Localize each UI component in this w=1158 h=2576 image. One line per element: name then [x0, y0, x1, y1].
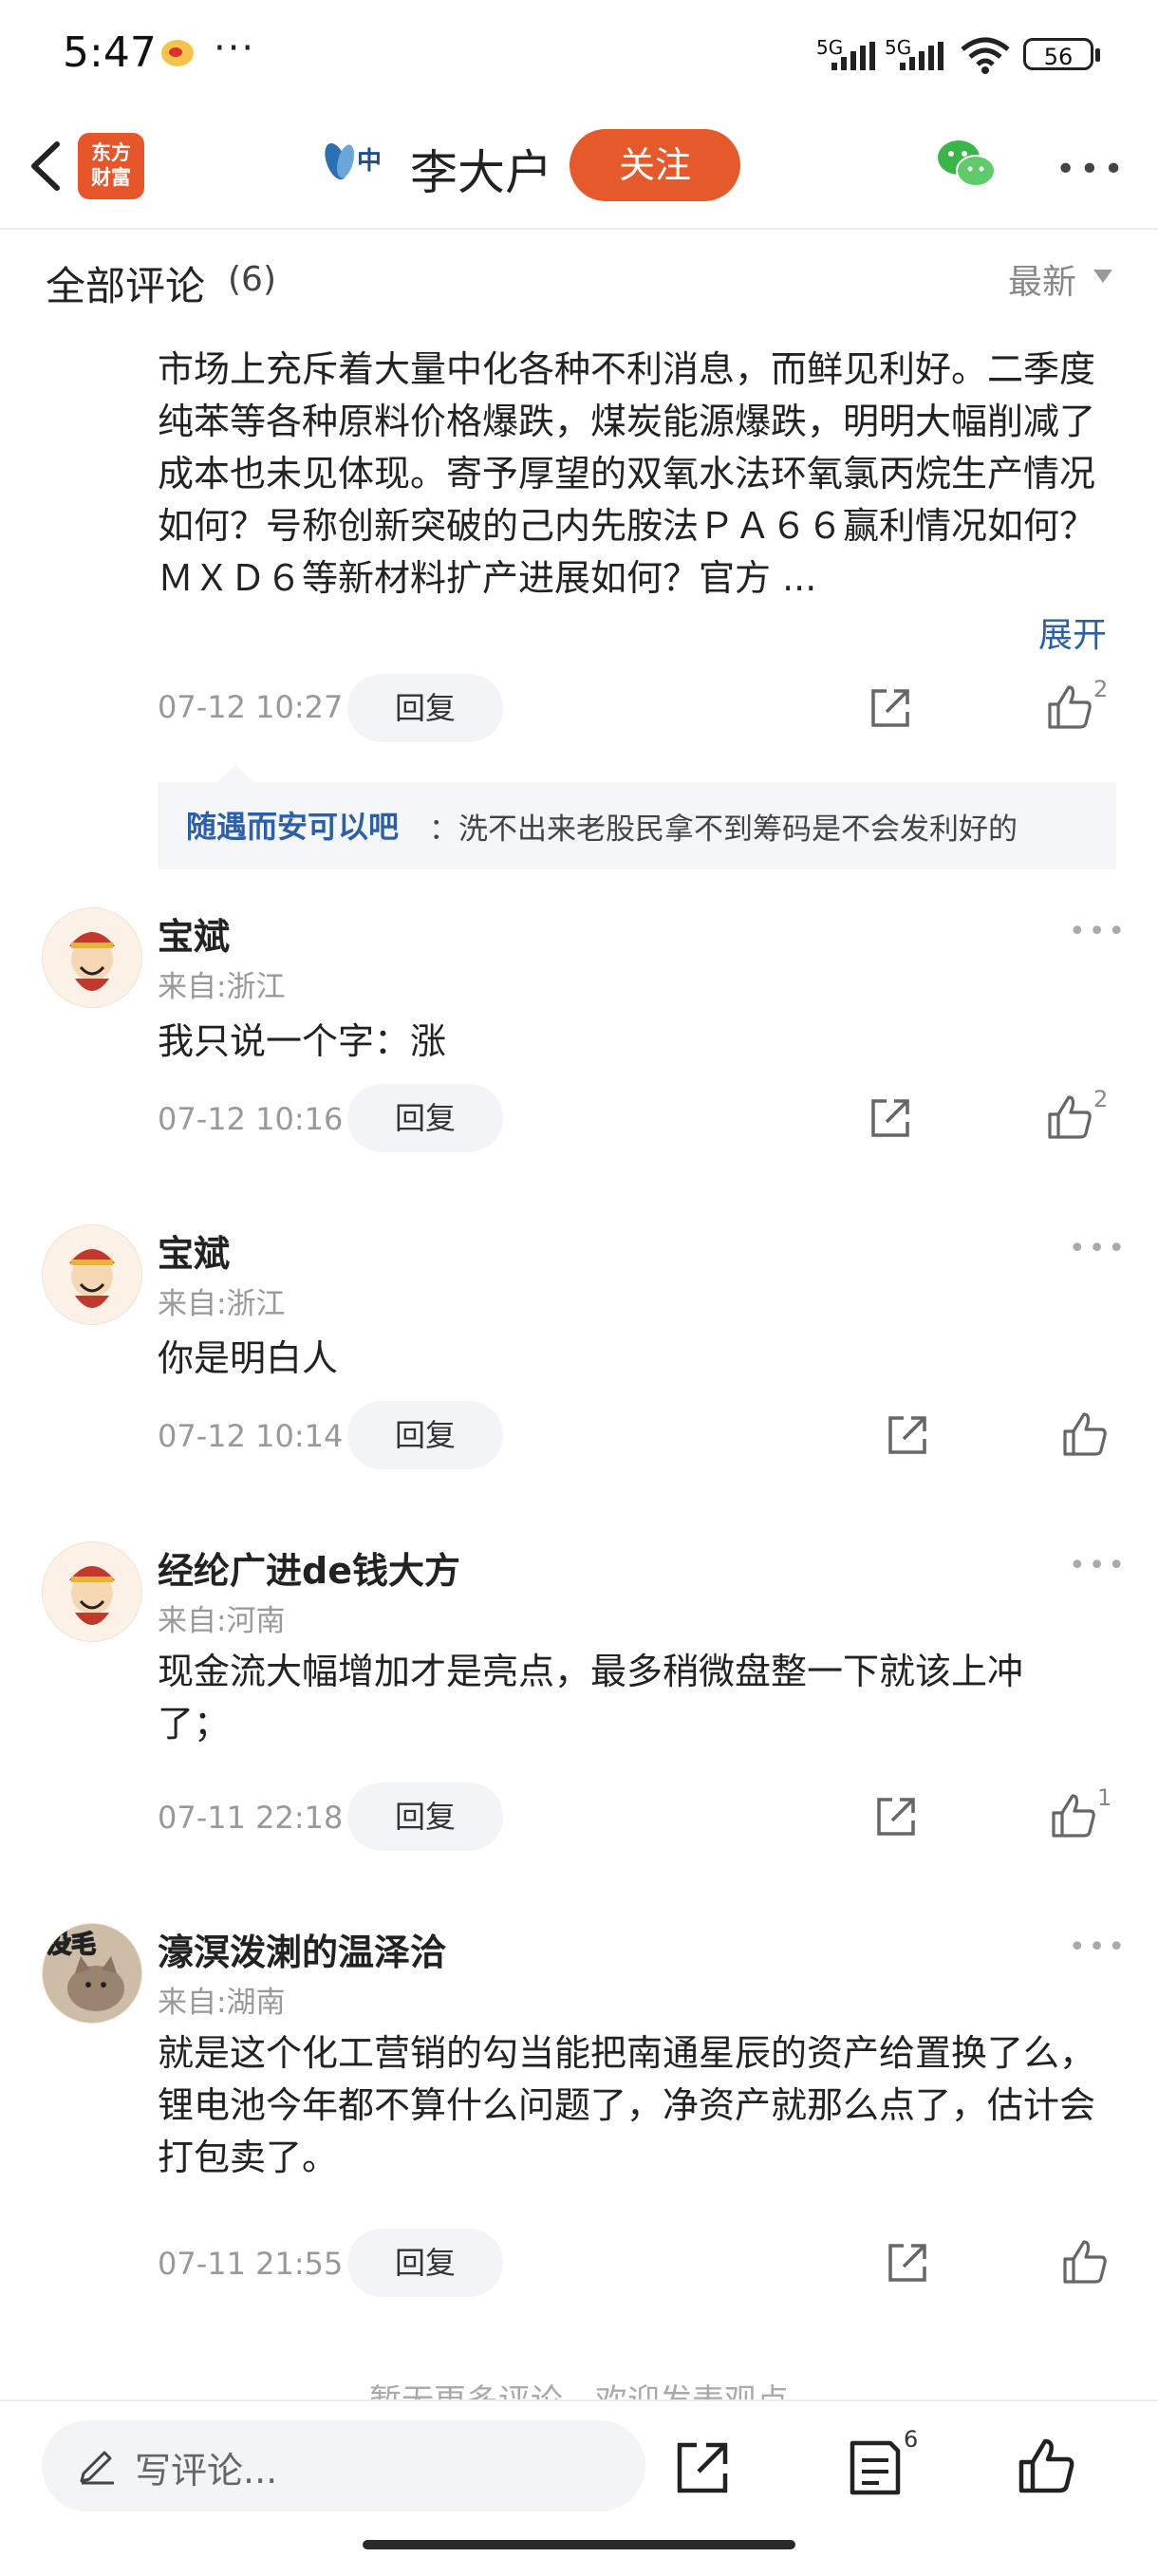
sub-reply-author[interactable]: 随遇而安可以吧	[186, 803, 399, 847]
status-bar: 5:47 ··· 5G 5G 56	[0, 0, 1158, 104]
pen-icon	[80, 2451, 114, 2485]
sinochem-logo-char: 中	[357, 147, 382, 176]
like-count: 2	[1093, 676, 1109, 702]
comment-menu-icon[interactable]: •••	[1069, 915, 1128, 948]
comment-location: 来自:河南	[158, 1604, 286, 1638]
comment-time: 07-11 22:18	[158, 1800, 344, 1836]
reply-button[interactable]: 回复	[347, 1401, 503, 1469]
battery-indicator: 56	[1023, 38, 1100, 70]
reply-button[interactable]: 回复	[347, 1783, 503, 1851]
expand-link[interactable]: 展开	[1029, 607, 1108, 657]
comments-title: 全部评论	[46, 263, 206, 309]
comment-location: 来自:湖南	[158, 1986, 286, 2020]
comment-location: 来自:浙江	[158, 1287, 286, 1321]
share-icon[interactable]	[868, 1095, 913, 1141]
sub-reply-notch	[218, 765, 252, 782]
signal-bars-icon-1	[831, 42, 875, 70]
like-icon[interactable]	[1046, 1093, 1093, 1141]
like-count: 2	[1093, 1086, 1109, 1112]
app-logo-text: 东方 财富	[91, 141, 131, 189]
wechat-share-icon[interactable]	[936, 137, 997, 192]
like-icon[interactable]	[1061, 1410, 1109, 1458]
share-post-icon[interactable]	[674, 2439, 731, 2496]
comment-time: 07-11 21:55	[158, 2246, 344, 2282]
like-count: 1	[1097, 1784, 1112, 1811]
comment-author[interactable]: 宝斌	[158, 907, 230, 960]
back-icon[interactable]	[19, 133, 76, 199]
like-icon[interactable]	[1046, 683, 1093, 731]
like-icon[interactable]	[1061, 2238, 1109, 2286]
comment-time: 07-12 10:16	[158, 1101, 344, 1137]
status-more-icon: ···	[214, 27, 256, 70]
cat-photo-avatar-icon: 没毛	[43, 1924, 141, 2023]
status-time: 5:47	[63, 28, 157, 77]
like-post-icon[interactable]	[1016, 2436, 1076, 2496]
home-indicator[interactable]	[363, 2540, 795, 2549]
share-icon[interactable]	[885, 1412, 930, 1458]
weibo-icon	[161, 40, 194, 66]
comment-location: 来自:浙江	[158, 970, 286, 1004]
comment-menu-icon[interactable]: •••	[1069, 1549, 1128, 1582]
sort-caret-icon[interactable]	[1093, 270, 1112, 283]
share-icon[interactable]	[873, 1794, 919, 1839]
comment-menu-icon[interactable]: •••	[1069, 1931, 1128, 1964]
comment-input-placeholder[interactable]: 写评论...	[135, 2441, 277, 2493]
follow-button[interactable]: 关注	[570, 129, 740, 201]
comment-time: 07-12 10:14	[158, 1418, 344, 1454]
user-avatar[interactable]: 没毛	[42, 1923, 142, 2024]
fortune-god-avatar-icon	[69, 1566, 115, 1625]
reply-button[interactable]: 回复	[347, 674, 503, 742]
comments-count-badge: 6	[904, 2426, 919, 2453]
sub-reply[interactable]: 随遇而安可以吧 ：洗不出来老股民拿不到筹码是不会发利好的	[158, 782, 1116, 869]
user-avatar[interactable]	[42, 1224, 142, 1325]
comment-author[interactable]: 濠溟泼溂的温泽洽	[158, 1923, 446, 1975]
comments-icon[interactable]	[847, 2437, 904, 2498]
comment-time: 07-12 10:27	[158, 689, 344, 725]
comment-menu-icon[interactable]: •••	[1069, 1232, 1128, 1265]
more-options-icon[interactable]: •••	[1055, 150, 1128, 189]
comment-author[interactable]: 经纶广进de钱大方	[158, 1541, 460, 1594]
fortune-god-avatar-icon	[69, 932, 115, 991]
fortune-god-avatar-icon	[69, 1249, 115, 1308]
sinochem-logo-icon: 中	[325, 142, 382, 180]
share-icon[interactable]	[885, 2240, 930, 2286]
sub-reply-text: ：洗不出来老股民拿不到筹码是不会发利好的	[429, 812, 1018, 847]
wifi-icon	[961, 37, 1010, 74]
user-avatar[interactable]	[42, 1541, 142, 1642]
signal-bars-icon-2	[900, 42, 943, 70]
comment-input[interactable]	[42, 2420, 645, 2511]
comment-text: 你是明白人	[158, 1337, 339, 1379]
app-logo[interactable]: 东方 财富	[78, 133, 144, 199]
comment-text: 现金流大幅增加才是亮点，最多稍微盘整一下就该上冲了；	[158, 1651, 1024, 1745]
sort-selector[interactable]: 最新	[1008, 254, 1076, 304]
comment-text: 市场上充斥着大量中化各种不利消息，而鲜见利好。二季度纯苯等各种原料价格爆跌，煤炭…	[158, 348, 1096, 599]
avatar-overlay-text: 没毛	[47, 1931, 96, 1959]
comment-text: 我只说一个字：涨	[158, 1020, 447, 1062]
author-name[interactable]: 李大户	[410, 135, 552, 203]
user-avatar[interactable]	[42, 907, 142, 1008]
comment-text: 就是这个化工营销的勾当能把南通星辰的资产给置换了么，锂电池今年都不算什么问题了，…	[158, 2032, 1096, 2178]
comment-author[interactable]: 宝斌	[158, 1224, 230, 1277]
reply-button[interactable]: 回复	[347, 1084, 503, 1152]
reply-button[interactable]: 回复	[347, 2229, 503, 2297]
top-nav-bar: 东方 财富 中 李大户 关注 •••	[0, 104, 1158, 230]
share-icon[interactable]	[868, 685, 913, 731]
like-icon[interactable]	[1050, 1792, 1097, 1839]
author-avatar[interactable]: 中	[321, 133, 399, 199]
comments-count: (6)	[228, 260, 276, 299]
